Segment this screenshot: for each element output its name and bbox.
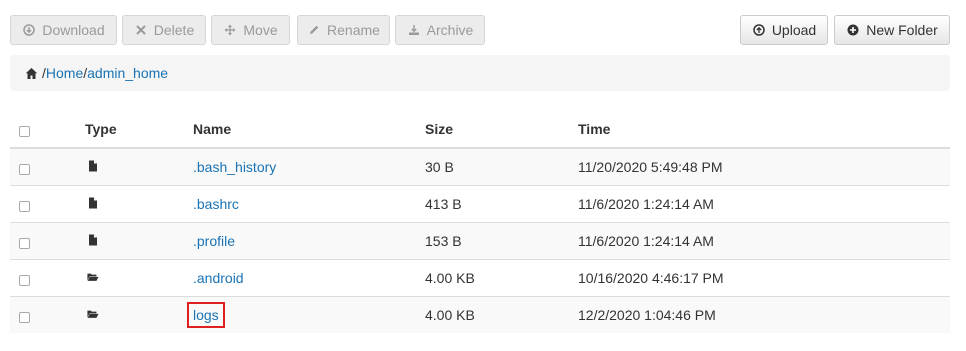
name-cell: .profile — [193, 221, 425, 259]
row-checkbox-cell — [10, 258, 85, 296]
table-header-row: Type Name Size Time — [10, 111, 950, 149]
size-cell: 413 B — [425, 184, 578, 222]
row-checkbox-cell — [10, 147, 85, 185]
row-checkbox[interactable] — [19, 311, 30, 323]
new-folder-label: New Folder — [866, 22, 938, 38]
rename-label: Rename — [327, 22, 380, 38]
time-cell: 11/6/2020 1:24:14 AM — [578, 221, 950, 259]
name-cell: logs — [187, 295, 425, 333]
archive-download-icon — [407, 23, 421, 37]
delete-button[interactable]: Delete — [122, 15, 206, 45]
download-label: Download — [42, 22, 105, 38]
move-label: Move — [243, 22, 278, 38]
name-header[interactable]: Name — [193, 111, 425, 149]
table-row[interactable]: logs 4.00 KB 12/2/2020 1:04:46 PM — [10, 295, 950, 333]
size-header[interactable]: Size — [425, 111, 578, 149]
row-checkbox-cell — [10, 184, 85, 222]
name-cell: .android — [193, 258, 425, 296]
row-checkbox[interactable] — [19, 237, 30, 249]
row-checkbox-cell — [10, 221, 85, 259]
new-folder-button[interactable]: New Folder — [834, 15, 950, 45]
table-row[interactable]: .bash_history 30 B 11/20/2020 5:49:48 PM — [10, 147, 950, 185]
size-cell: 30 B — [425, 147, 578, 185]
time-header[interactable]: Time — [578, 111, 950, 149]
rename-button[interactable]: Rename — [297, 15, 390, 45]
pencil-icon — [307, 23, 321, 37]
download-button[interactable]: Download — [10, 15, 117, 45]
file-name-link[interactable]: .bash_history — [193, 159, 276, 175]
breadcrumb: / Home / admin_home — [10, 55, 950, 91]
name-cell: .bash_history — [193, 147, 425, 185]
upload-button[interactable]: Upload — [740, 15, 828, 45]
row-checkbox[interactable] — [19, 163, 30, 175]
table-row[interactable]: .android 4.00 KB 10/16/2020 4:46:17 PM — [10, 258, 950, 296]
type-cell — [85, 295, 193, 333]
plus-circle-icon — [846, 23, 860, 37]
move-arrows-icon — [223, 23, 237, 37]
time-cell: 11/6/2020 1:24:14 AM — [578, 184, 950, 222]
select-all-checkbox[interactable] — [19, 126, 30, 138]
file-name-link[interactable]: .android — [193, 270, 244, 286]
time-cell: 11/20/2020 5:49:48 PM — [578, 147, 950, 185]
type-cell — [85, 221, 193, 259]
row-checkbox[interactable] — [19, 274, 30, 286]
archive-button[interactable]: Archive — [395, 15, 485, 45]
archive-label: Archive — [426, 22, 474, 38]
size-cell: 4.00 KB — [425, 295, 578, 333]
upload-label: Upload — [771, 22, 817, 38]
file-name-link[interactable]: .profile — [193, 233, 235, 249]
file-icon — [87, 197, 99, 209]
select-all-cell — [10, 111, 85, 149]
close-icon — [134, 23, 148, 37]
breadcrumb-admin-home[interactable]: admin_home — [87, 65, 168, 81]
folder-open-icon — [87, 271, 99, 283]
name-cell: .bashrc — [193, 184, 425, 222]
size-cell: 4.00 KB — [425, 258, 578, 296]
folder-open-icon — [87, 308, 99, 320]
row-checkbox[interactable] — [19, 200, 30, 212]
file-name-link[interactable]: logs — [187, 301, 225, 328]
type-cell — [85, 184, 193, 222]
type-cell — [85, 147, 193, 185]
upload-circle-icon — [752, 23, 766, 37]
download-icon — [22, 23, 36, 37]
time-cell: 12/2/2020 1:04:46 PM — [578, 295, 950, 333]
file-table: Type Name Size Time .bash_history 30 B 11/… — [10, 111, 950, 333]
file-icon — [87, 160, 99, 172]
home-icon[interactable] — [25, 67, 38, 80]
table-row[interactable]: .bashrc 413 B 11/6/2020 1:24:14 AM — [10, 184, 950, 222]
time-cell: 10/16/2020 4:46:17 PM — [578, 258, 950, 296]
size-cell: 153 B — [425, 221, 578, 259]
table-row[interactable]: .profile 153 B 11/6/2020 1:24:14 AM — [10, 221, 950, 259]
row-checkbox-cell — [10, 295, 85, 333]
toolbar: Download Delete Move Rename Archive Uplo… — [10, 15, 950, 45]
file-icon — [87, 234, 99, 246]
breadcrumb-home[interactable]: Home — [46, 65, 83, 81]
move-button[interactable]: Move — [211, 15, 290, 45]
type-cell — [85, 258, 193, 296]
type-header[interactable]: Type — [85, 111, 193, 149]
file-name-link[interactable]: .bashrc — [193, 196, 239, 212]
delete-label: Delete — [153, 22, 195, 38]
